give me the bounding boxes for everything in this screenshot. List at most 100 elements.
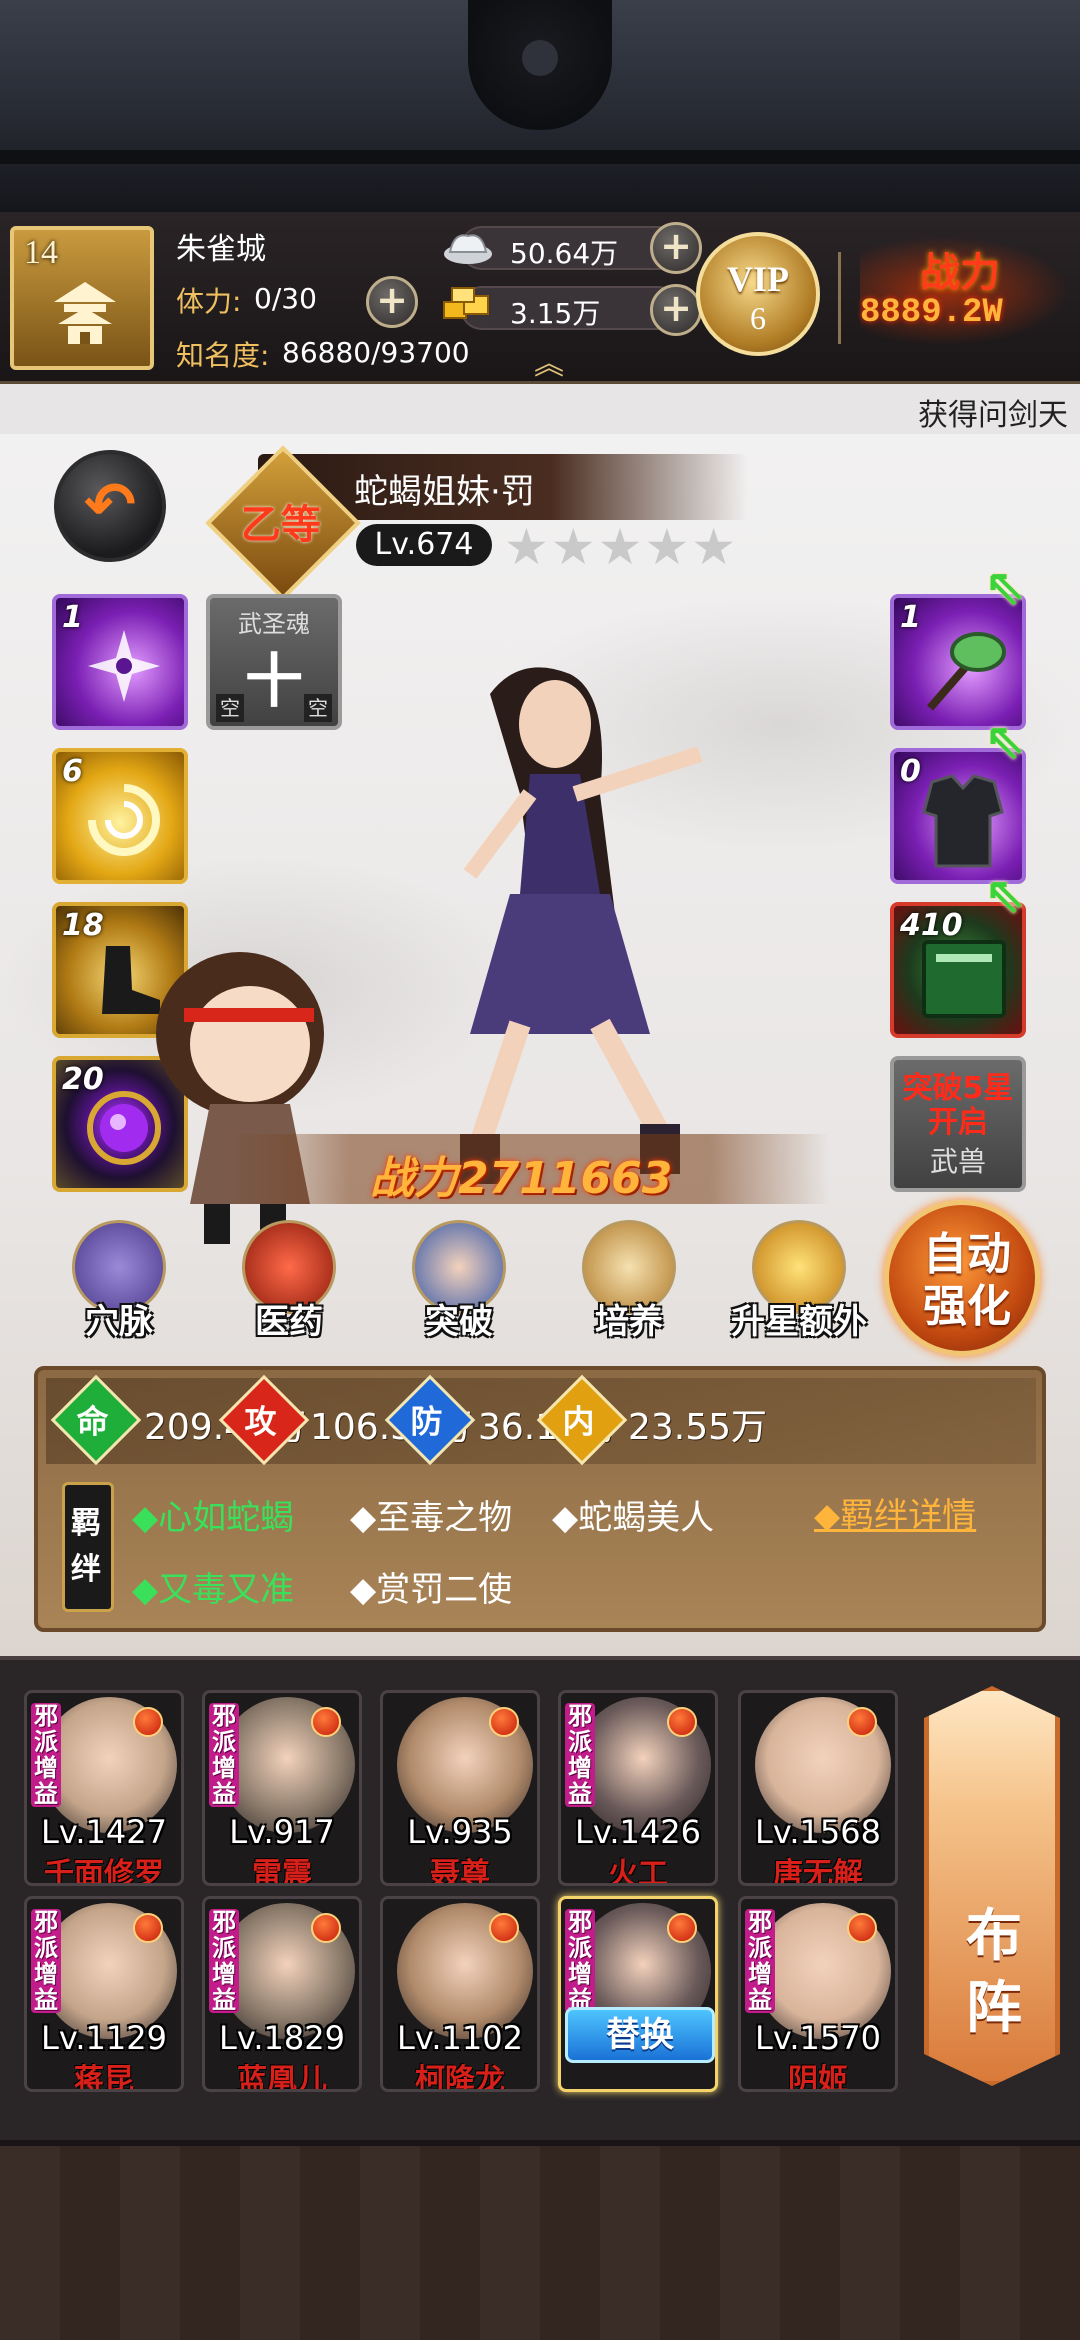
vip-badge[interactable]: VIP 6 xyxy=(696,232,820,356)
cultivate-button[interactable]: 培养 xyxy=(564,1216,694,1346)
add-stamina-button[interactable]: + xyxy=(366,276,418,328)
hero-card-level: Lv.1102 xyxy=(397,2019,523,2057)
beast-label: 武兽 xyxy=(929,1145,986,1178)
auto-enhance-label: 自动强化 xyxy=(923,1229,1011,1332)
hero-card[interactable]: 邪派增益 Lv.1570 阴姬 xyxy=(738,1896,898,2092)
hero-name: 蛇蝎姐妹·罚 xyxy=(354,472,535,512)
hero-card[interactable]: 邪派增益 替换 xyxy=(558,1896,718,2092)
stats-row: 命 209.49万 攻 106.38万 防 36.11万 内 23.55万 xyxy=(46,1374,1036,1466)
sect-dot-icon xyxy=(667,1913,697,1943)
defense-icon: 防 xyxy=(384,1374,476,1466)
sect-dot-icon xyxy=(311,1707,341,1737)
hero-card[interactable]: Lv.1568 唐无解 xyxy=(738,1690,898,1886)
evil-sect-bonus-tag: 邪派增益 xyxy=(209,1909,239,2013)
mace-icon xyxy=(926,632,1006,711)
vip-level: 6 xyxy=(750,300,766,336)
upgrade-arrow-icon: ⇖ xyxy=(984,866,1026,924)
sect-dot-icon xyxy=(133,1707,163,1737)
bond-item[interactable]: ◆又毒又准 xyxy=(132,1562,294,1611)
skill-slot-count: 18 xyxy=(62,908,104,943)
add-gold-button[interactable]: + xyxy=(650,284,702,336)
city-name: 朱雀城 xyxy=(176,232,266,267)
add-silver-button[interactable]: + xyxy=(650,222,702,274)
soul-empty-left: 空 xyxy=(216,694,244,722)
hero-power: 战力2711663 xyxy=(370,1153,673,1204)
hp-icon-glyph: 命 xyxy=(76,1402,109,1441)
medicine-button[interactable]: 医药 xyxy=(224,1216,354,1346)
hero-card-level: Lv.1426 xyxy=(575,1813,701,1851)
skill-slot-2[interactable]: 6 xyxy=(52,748,188,884)
breakthrough-button[interactable]: 突破 xyxy=(394,1216,524,1346)
sect-dot-icon xyxy=(489,1913,519,1943)
hero-card-level: Lv.1829 xyxy=(219,2019,345,2057)
hero-card-name: 柯降龙 xyxy=(415,2063,505,2092)
hp-icon: 命 xyxy=(50,1374,142,1466)
bond-item[interactable]: ◆蛇蝎美人 xyxy=(552,1490,714,1539)
attack-icon: 攻 xyxy=(218,1374,310,1466)
bond-detail-link[interactable]: ◆羁绊详情 xyxy=(814,1488,976,1537)
bottom-decoration xyxy=(0,2140,1080,2340)
bond-item[interactable]: ◆赏罚二使 xyxy=(350,1562,512,1611)
city-badge[interactable]: 14 xyxy=(10,226,154,370)
bond-item[interactable]: ◆至毒之物 xyxy=(350,1490,512,1539)
beast-lock-text: 突破5星开启 xyxy=(902,1071,1014,1140)
meridian-label: 穴脉 xyxy=(85,1302,153,1342)
formation-button[interactable]: 布阵 xyxy=(924,1686,1060,2086)
header-divider xyxy=(838,252,841,344)
hero-card[interactable]: 邪派增益 Lv.1129 蒋昆 xyxy=(24,1896,184,2092)
soul-empty-right: 空 xyxy=(304,694,332,722)
cultivate-label: 培养 xyxy=(595,1302,663,1342)
hero-card[interactable]: 邪派增益 Lv.917 雷震 xyxy=(202,1690,362,1886)
hero-card[interactable]: Lv.1102 柯降龙 xyxy=(380,1896,540,2092)
sect-dot-icon xyxy=(489,1707,519,1737)
hero-card-level: Lv.935 xyxy=(407,1813,513,1851)
total-power-label: 战力 xyxy=(920,250,1000,296)
hero-card-name: 唐无解 xyxy=(773,1857,863,1886)
beast-slot-locked[interactable]: 突破5星开启 武兽 xyxy=(890,1056,1026,1192)
expand-chevron-icon[interactable]: ︽ xyxy=(524,350,574,380)
hero-card-level: Lv.1427 xyxy=(41,1813,167,1851)
announcement-marquee: 获得问剑天 xyxy=(0,384,1080,434)
evil-sect-bonus-tag: 邪派增益 xyxy=(209,1703,239,1807)
swap-button[interactable]: 替换 xyxy=(565,2007,715,2063)
hero-card[interactable]: Lv.935 聂尊 xyxy=(380,1690,540,1886)
auto-enhance-button[interactable]: 自动强化 xyxy=(884,1200,1040,1356)
hero-card[interactable]: 邪派增益 Lv.1426 火工 xyxy=(558,1690,718,1886)
armor-icon xyxy=(922,774,1004,868)
book-icon xyxy=(922,940,1006,1018)
team-roster: 邪派增益 Lv.1427 千面修罗 邪派增益 Lv.917 雷震 Lv.935 聂尊 邪派增益 L… xyxy=(0,1656,1080,2140)
hero-card-name: 蒋昆 xyxy=(74,2063,134,2092)
upgrade-arrow-icon: ⇖ xyxy=(984,712,1026,770)
marquee-text: 获得问剑天 xyxy=(918,398,1068,433)
gold-ingot-icon xyxy=(443,287,489,319)
soul-slot[interactable]: 武圣魂 十 空 空 xyxy=(206,594,342,730)
back-button[interactable]: ↶ xyxy=(54,450,166,562)
skill-slot-1[interactable]: 1 xyxy=(52,594,188,730)
roof-decoration xyxy=(0,0,1080,212)
hero-card-name: 千面修罗 xyxy=(44,1857,164,1886)
header-bar: 14 朱雀城 体力: 0/30 + 知名度: 86880/93700 50.64… xyxy=(0,212,1080,384)
bond-seal-text: 羁绊 xyxy=(71,1506,101,1587)
chibi-mascot-image xyxy=(156,952,324,1244)
formation-label: 布阵 xyxy=(966,1904,1022,2041)
medicine-label: 医药 xyxy=(255,1302,323,1342)
vip-label: VIP xyxy=(727,259,789,299)
fame-label: 知名度: xyxy=(176,339,270,372)
evil-sect-bonus-tag: 邪派增益 xyxy=(565,1909,595,2013)
hero-card[interactable]: 邪派增益 Lv.1829 蓝凰儿 xyxy=(202,1896,362,2092)
hero-power-ribbon: 战力2711663 xyxy=(230,1134,830,1204)
meridian-button[interactable]: 穴脉 xyxy=(54,1216,184,1346)
skill-slot-count: 1 xyxy=(62,600,83,635)
bond-item[interactable]: ◆心如蛇蝎 xyxy=(132,1490,294,1539)
hero-character-image xyxy=(460,667,703,1184)
hero-card[interactable]: 邪派增益 Lv.1427 千面修罗 xyxy=(24,1690,184,1886)
hero-card-level: Lv.1570 xyxy=(755,2019,881,2057)
sect-dot-icon xyxy=(847,1913,877,1943)
inner-power-value: 23.55万 xyxy=(628,1407,768,1448)
stamina-label: 体力: xyxy=(176,285,242,318)
hero-stars: ★★★★★ xyxy=(504,518,739,576)
sect-dot-icon xyxy=(133,1913,163,1943)
shuriken-icon xyxy=(88,630,160,702)
star-extra-button[interactable]: 升星额外 xyxy=(731,1216,867,1346)
hero-level: Lv.674 xyxy=(356,524,492,566)
